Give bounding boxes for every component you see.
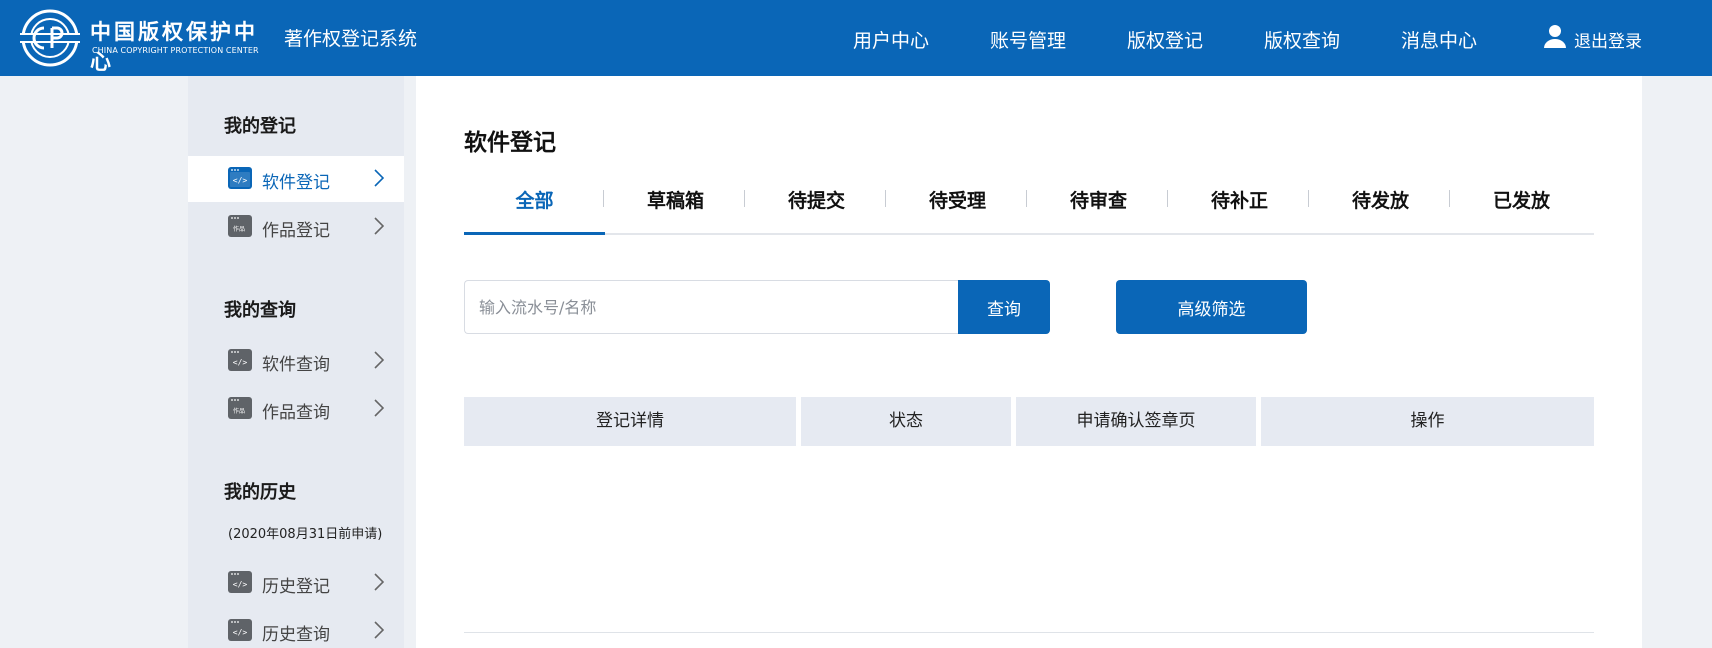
tab-pending-submit[interactable]: 待提交 (746, 186, 887, 236)
work-document-icon: 作品 (228, 215, 252, 237)
column-header-actions: 操作 (1261, 397, 1594, 446)
sidebar-item-work-registration[interactable]: 作品 作品登记 (188, 204, 404, 250)
sidebar-item-label: 软件查询 (262, 355, 330, 375)
nav-item-copyright-query[interactable]: 版权查询 (1264, 26, 1340, 53)
sidebar-item-label: 历史查询 (262, 625, 330, 645)
chevron-right-icon (374, 573, 384, 591)
tab-label: 待提交 (787, 190, 845, 212)
tab-drafts[interactable]: 草稿箱 (605, 186, 746, 236)
nav-item-user-center[interactable]: 用户中心 (853, 26, 929, 53)
column-header-signature-page: 申请确认签章页 (1016, 397, 1256, 446)
advanced-filter-button[interactable]: 高级筛选 (1116, 280, 1307, 334)
sidebar-item-work-query[interactable]: 作品 作品查询 (188, 386, 404, 432)
sidebar-item-history-query[interactable]: </> 历史查询 (188, 608, 404, 648)
tab-label: 已发放 (1492, 190, 1550, 212)
user-icon (1544, 25, 1566, 48)
sidebar-heading-my-history: 我的历史 (224, 482, 296, 503)
software-code-icon: </> (228, 167, 252, 189)
sidebar: 我的登记 </> 软件登记 作品 作品登记 我的查询 </> 软件查询 作品 作… (188, 76, 404, 648)
svg-text:作品: 作品 (233, 225, 245, 233)
sidebar-history-note: (2020年08月31日前申请) (228, 527, 383, 542)
tab-label: 待受理 (928, 190, 986, 212)
tab-separator (744, 190, 745, 207)
tab-separator (1308, 190, 1309, 207)
chevron-right-icon (374, 621, 384, 639)
page-title: 软件登记 (464, 130, 556, 156)
search-input[interactable] (464, 280, 958, 334)
tab-separator (1026, 190, 1027, 207)
svg-text:</>: </> (233, 176, 248, 185)
chevron-right-icon (374, 351, 384, 369)
tab-label: 待审查 (1069, 190, 1127, 212)
tab-pending-review[interactable]: 待审查 (1028, 186, 1169, 236)
tab-label: 草稿箱 (646, 190, 704, 212)
tabs-divider (464, 233, 1594, 235)
main-panel: 软件登记 全部 草稿箱 待提交 待受理 待审查 待补正 待发放 已发放 查询 高… (416, 76, 1642, 648)
table-bottom-border (464, 632, 1594, 633)
software-code-icon: </> (228, 571, 252, 593)
svg-text:</>: </> (233, 628, 248, 637)
column-header-details: 登记详情 (464, 397, 796, 446)
nav-item-account[interactable]: 账号管理 (990, 26, 1066, 53)
tab-label: 全部 (515, 190, 554, 212)
tab-separator (1167, 190, 1168, 207)
sidebar-heading-my-registration: 我的登记 (224, 116, 296, 137)
work-document-icon: 作品 (228, 397, 252, 419)
tab-all[interactable]: 全部 (464, 186, 605, 236)
sidebar-item-software-registration[interactable]: </> 软件登记 (188, 156, 404, 202)
svg-text:</>: </> (233, 358, 248, 367)
sidebar-item-label: 软件登记 (262, 173, 330, 193)
tab-issued[interactable]: 已发放 (1451, 186, 1592, 236)
sidebar-item-history-registration[interactable]: </> 历史登记 (188, 560, 404, 606)
svg-text:</>: </> (233, 580, 248, 589)
tab-separator (603, 190, 604, 207)
column-header-status: 状态 (801, 397, 1011, 446)
logout-label: 退出登录 (1574, 32, 1642, 52)
tab-separator (885, 190, 886, 207)
active-tab-indicator (464, 232, 605, 235)
sidebar-item-software-query[interactable]: </> 软件查询 (188, 338, 404, 384)
tab-pending-issue[interactable]: 待发放 (1310, 186, 1451, 236)
tab-separator (1449, 190, 1450, 207)
nav-item-messages[interactable]: 消息中心 (1401, 26, 1477, 53)
chevron-right-icon (374, 399, 384, 417)
tab-pending-accept[interactable]: 待受理 (887, 186, 1028, 236)
sidebar-heading-my-query: 我的查询 (224, 300, 296, 321)
sidebar-item-label: 作品登记 (262, 221, 330, 241)
tab-label: 待发放 (1351, 190, 1409, 212)
nav-item-copyright-registration[interactable]: 版权登记 (1127, 26, 1203, 53)
sidebar-item-label: 历史登记 (262, 577, 330, 597)
tab-label: 待补正 (1210, 190, 1268, 212)
tab-pending-correction[interactable]: 待补正 (1169, 186, 1310, 236)
top-header: 中国版权保护中心 CHINA COPYRIGHT PROTECTION CENT… (0, 0, 1712, 76)
search-button[interactable]: 查询 (958, 280, 1050, 334)
software-code-icon: </> (228, 619, 252, 641)
chevron-right-icon (374, 217, 384, 235)
sidebar-item-label: 作品查询 (262, 403, 330, 423)
software-code-icon: </> (228, 349, 252, 371)
top-nav: 用户中心 账号管理 版权登记 版权查询 消息中心 (0, 26, 1712, 52)
svg-text:作品: 作品 (233, 407, 245, 415)
chevron-right-icon (374, 169, 384, 187)
